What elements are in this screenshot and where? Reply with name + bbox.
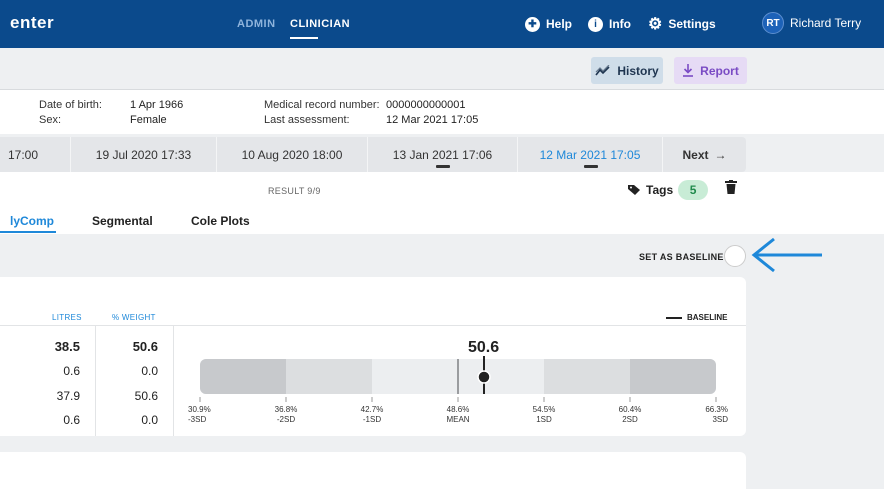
- result-counter: RESULT 9/9: [268, 186, 321, 196]
- next-button[interactable]: Next →: [663, 137, 746, 172]
- info-label: Info: [609, 17, 631, 31]
- patient-info: Date of birth: 1 Apr 1966 Sex: Female Me…: [0, 90, 884, 134]
- arrow-left-icon: [751, 237, 822, 273]
- row-litres: 0.6: [63, 413, 80, 427]
- sex-value: Female: [130, 114, 167, 126]
- trash-icon[interactable]: [725, 180, 737, 197]
- set-baseline-toggle[interactable]: [724, 245, 746, 267]
- current-value-marker: [477, 370, 491, 384]
- gauge-scale-label: 48.6% MEAN: [446, 405, 470, 424]
- sex-label: Sex:: [39, 114, 62, 126]
- column-divider: [173, 325, 174, 436]
- row-weight: 50.6: [132, 339, 158, 354]
- tab-cole-plots[interactable]: Cole Plots: [191, 214, 250, 228]
- gauge-band-3sd-low: [200, 359, 286, 394]
- row-weight: 0.0: [141, 413, 158, 427]
- report-label: Report: [700, 63, 739, 78]
- tab-bodycomp[interactable]: lyComp: [10, 214, 54, 228]
- top-bar: enter ADMIN CLINICIAN ✚ Help i Info ⚙ Se…: [0, 0, 884, 48]
- avatar: RT: [762, 12, 784, 34]
- arrow-right-icon: →: [714, 147, 727, 162]
- gauge-scale-label: 30.9% -3SD: [188, 405, 211, 424]
- date-item[interactable]: 17:00: [0, 137, 58, 172]
- row-litres: 37.9: [56, 389, 80, 403]
- gear-icon: ⚙: [648, 16, 663, 33]
- baseline-legend-line: [666, 316, 682, 319]
- set-baseline-label: SET AS BASELINE: [639, 252, 724, 262]
- nav-admin[interactable]: ADMIN: [237, 18, 276, 30]
- assessment-date-strip: 17:00 19 Jul 2020 17:33 10 Aug 2020 18:0…: [0, 137, 746, 172]
- gauge-scale-label: 66.3% 3SD: [705, 405, 728, 424]
- dob-value: 1 Apr 1966: [130, 99, 184, 111]
- trend-icon: [595, 64, 610, 75]
- header-divider: [0, 325, 746, 326]
- mrn-value: 0000000000001: [386, 99, 466, 111]
- settings-menu[interactable]: ⚙ Settings: [648, 14, 716, 34]
- nav-active-underline: [290, 37, 318, 39]
- date-indicator: [436, 165, 450, 168]
- row-weight: 50.6: [134, 389, 158, 403]
- next-label: Next: [682, 147, 709, 162]
- toolbar: History Report: [0, 48, 884, 90]
- current-value: 50.6: [468, 339, 500, 356]
- gauge-band-2sd-high: [544, 359, 630, 394]
- column-divider: [95, 325, 96, 436]
- active-tab-indicator: [0, 231, 56, 233]
- date-indicator: [584, 165, 598, 168]
- help-menu[interactable]: ✚ Help: [525, 14, 572, 34]
- history-label: History: [617, 63, 659, 78]
- lifebuoy-icon: ✚: [525, 16, 540, 32]
- user-name: Richard Terry: [790, 16, 862, 30]
- nav-clinician[interactable]: CLINICIAN: [290, 18, 350, 30]
- gauge-band-2sd-low: [286, 359, 372, 394]
- date-item[interactable]: 10 Aug 2020 18:00: [217, 137, 367, 172]
- tags-label: Tags: [646, 183, 674, 197]
- info-menu[interactable]: i Info: [588, 14, 631, 34]
- baseline-legend: BASELINE: [666, 313, 727, 322]
- composition-card-2: [0, 452, 746, 489]
- row-litres: 0.6: [63, 364, 80, 378]
- gauge-scale-label: 60.4% 2SD: [618, 405, 642, 424]
- gauge-scale-label: 54.5% 1SD: [532, 405, 556, 424]
- tags-control[interactable]: Tags 5: [627, 180, 709, 200]
- settings-label: Settings: [668, 17, 716, 31]
- baseline-legend-label: BASELINE: [687, 313, 728, 322]
- gauge-scale-label: 36.8% -2SD: [274, 405, 298, 424]
- row-litres: 38.5: [54, 339, 80, 354]
- help-label: Help: [546, 17, 573, 31]
- download-icon: [683, 64, 694, 77]
- date-item[interactable]: 19 Jul 2020 17:33: [71, 137, 216, 172]
- user-menu[interactable]: RT Richard Terry: [762, 12, 862, 34]
- info-icon: i: [588, 16, 603, 32]
- gauge-ticks: [199, 397, 717, 402]
- row-weight: 0.0: [141, 364, 158, 378]
- last-assessment-value: 12 Mar 2021 17:05: [386, 114, 479, 126]
- dob-label: Date of birth:: [39, 99, 102, 111]
- report-button[interactable]: Report: [674, 57, 747, 84]
- last-assessment-label: Last assessment:: [264, 114, 350, 126]
- gauge-band-3sd-high: [630, 359, 716, 394]
- weight-header: % WEIGHT: [112, 313, 156, 322]
- gauge-scale-label: 42.7% -1SD: [360, 405, 384, 424]
- history-button[interactable]: History: [591, 57, 663, 84]
- app-brand: enter: [10, 13, 55, 32]
- tags-count-badge: 5: [678, 180, 709, 200]
- mrn-label: Medical record number:: [264, 99, 380, 111]
- tab-segmental[interactable]: Segmental: [92, 214, 153, 228]
- litres-header: LITRES: [52, 313, 82, 322]
- tag-icon: [628, 185, 640, 195]
